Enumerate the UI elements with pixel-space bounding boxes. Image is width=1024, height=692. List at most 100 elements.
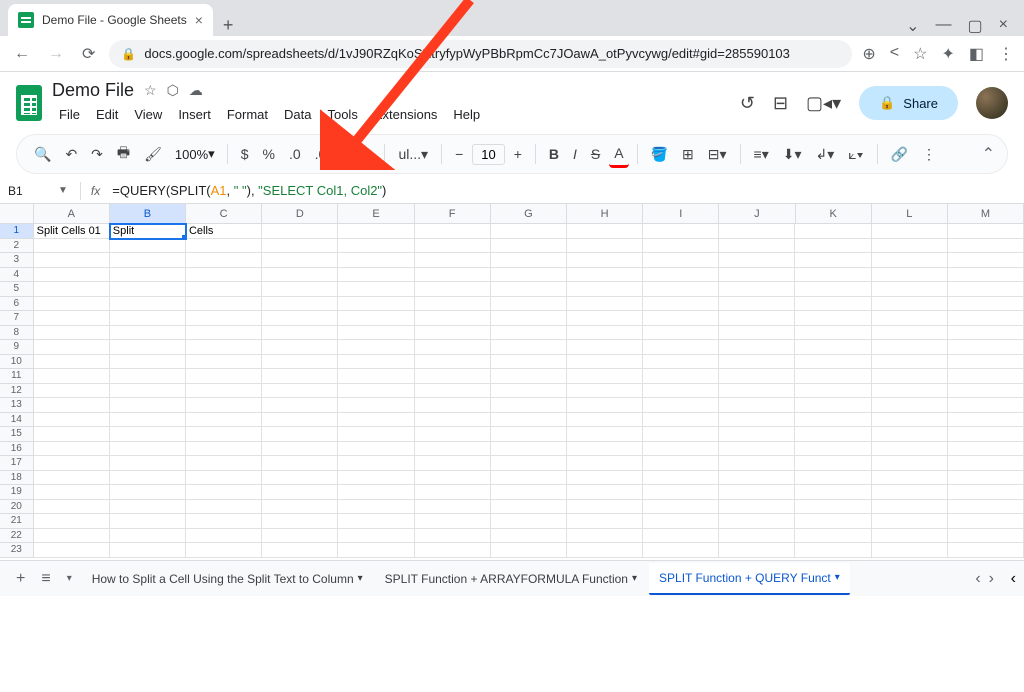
row-header-14[interactable]: 14 <box>0 413 34 428</box>
cell-F7[interactable] <box>415 311 491 326</box>
cell-L14[interactable] <box>872 413 948 428</box>
cell-G12[interactable] <box>491 384 567 399</box>
cell-G9[interactable] <box>491 340 567 355</box>
cell-A3[interactable] <box>34 253 110 268</box>
cell-K20[interactable] <box>795 500 871 515</box>
cell-I7[interactable] <box>643 311 719 326</box>
cell-M22[interactable] <box>948 529 1024 544</box>
name-box[interactable]: B1 <box>0 184 52 198</box>
cell-I16[interactable] <box>643 442 719 457</box>
cell-J10[interactable] <box>719 355 795 370</box>
cell-J9[interactable] <box>719 340 795 355</box>
zoom-page-icon[interactable]: ⊕ <box>862 44 875 64</box>
cell-L1[interactable] <box>872 224 948 239</box>
cell-L17[interactable] <box>872 456 948 471</box>
cell-J18[interactable] <box>719 471 795 486</box>
cell-F1[interactable] <box>415 224 491 239</box>
cell-M11[interactable] <box>948 369 1024 384</box>
cell-L22[interactable] <box>872 529 948 544</box>
cell-G10[interactable] <box>491 355 567 370</box>
cell-H8[interactable] <box>567 326 643 341</box>
cell-G20[interactable] <box>491 500 567 515</box>
cell-D18[interactable] <box>262 471 338 486</box>
new-tab-button[interactable]: + <box>213 15 244 36</box>
cell-E6[interactable] <box>338 297 414 312</box>
cell-A11[interactable] <box>34 369 110 384</box>
cell-G1[interactable] <box>491 224 567 239</box>
cell-L15[interactable] <box>872 427 948 442</box>
cell-B16[interactable] <box>110 442 186 457</box>
explore-icon[interactable]: ‹ <box>1011 570 1016 588</box>
cell-A22[interactable] <box>34 529 110 544</box>
cell-G14[interactable] <box>491 413 567 428</box>
row-header-1[interactable]: 1 <box>0 224 34 239</box>
cell-K2[interactable] <box>795 239 871 254</box>
cell-A1[interactable]: Split Cells 01 <box>34 224 110 239</box>
cell-G22[interactable] <box>491 529 567 544</box>
cell-F6[interactable] <box>415 297 491 312</box>
cell-H1[interactable] <box>567 224 643 239</box>
cell-F2[interactable] <box>415 239 491 254</box>
row-header-11[interactable]: 11 <box>0 369 34 384</box>
cell-L5[interactable] <box>872 282 948 297</box>
row-header-7[interactable]: 7 <box>0 311 34 326</box>
history-icon[interactable]: ↺ <box>740 93 755 114</box>
side-panel-icon[interactable]: ◧ <box>969 44 984 64</box>
cell-L8[interactable] <box>872 326 948 341</box>
cell-M9[interactable] <box>948 340 1024 355</box>
cell-D8[interactable] <box>262 326 338 341</box>
col-header-L[interactable]: L <box>872 204 948 223</box>
cell-J17[interactable] <box>719 456 795 471</box>
cell-B17[interactable] <box>110 456 186 471</box>
cell-A5[interactable] <box>34 282 110 297</box>
cell-K1[interactable] <box>795 224 871 239</box>
cell-D14[interactable] <box>262 413 338 428</box>
cell-A8[interactable] <box>34 326 110 341</box>
more-formats-button[interactable]: 123 <box>343 142 376 166</box>
cell-H2[interactable] <box>567 239 643 254</box>
cell-M12[interactable] <box>948 384 1024 399</box>
url-input[interactable]: 🔒 docs.google.com/spreadsheets/d/1vJ90RZ… <box>109 40 852 68</box>
search-menus-icon[interactable]: 🔍 <box>29 142 56 167</box>
cell-E13[interactable] <box>338 398 414 413</box>
cell-I11[interactable] <box>643 369 719 384</box>
cell-C20[interactable] <box>186 500 262 515</box>
cell-E21[interactable] <box>338 514 414 529</box>
cell-D21[interactable] <box>262 514 338 529</box>
font-size-input[interactable]: 10 <box>472 144 504 165</box>
cell-F9[interactable] <box>415 340 491 355</box>
cell-I19[interactable] <box>643 485 719 500</box>
cell-K4[interactable] <box>795 268 871 283</box>
cell-B2[interactable] <box>110 239 186 254</box>
cell-B19[interactable] <box>110 485 186 500</box>
browser-tab[interactable]: Demo File - Google Sheets × <box>8 4 213 36</box>
cell-B11[interactable] <box>110 369 186 384</box>
cell-A9[interactable] <box>34 340 110 355</box>
col-header-E[interactable]: E <box>338 204 414 223</box>
cell-D17[interactable] <box>262 456 338 471</box>
cell-B9[interactable] <box>110 340 186 355</box>
increase-decimal-button[interactable]: .00 <box>310 142 339 166</box>
cell-F16[interactable] <box>415 442 491 457</box>
cell-H4[interactable] <box>567 268 643 283</box>
cell-K9[interactable] <box>795 340 871 355</box>
cell-C4[interactable] <box>186 268 262 283</box>
cell-D15[interactable] <box>262 427 338 442</box>
cell-K17[interactable] <box>795 456 871 471</box>
formula-input[interactable]: =QUERY(SPLIT(A1, " "), "SELECT Col1, Col… <box>104 183 1024 199</box>
cell-D5[interactable] <box>262 282 338 297</box>
cell-E20[interactable] <box>338 500 414 515</box>
cell-F18[interactable] <box>415 471 491 486</box>
cell-K7[interactable] <box>795 311 871 326</box>
zoom-select[interactable]: 100% ▾ <box>171 146 219 162</box>
row-header-15[interactable]: 15 <box>0 427 34 442</box>
cell-H13[interactable] <box>567 398 643 413</box>
menu-help[interactable]: Help <box>446 103 487 126</box>
cell-J22[interactable] <box>719 529 795 544</box>
cell-B15[interactable] <box>110 427 186 442</box>
cell-A19[interactable] <box>34 485 110 500</box>
cell-B5[interactable] <box>110 282 186 297</box>
cell-L23[interactable] <box>872 543 948 558</box>
cell-C18[interactable] <box>186 471 262 486</box>
cell-A18[interactable] <box>34 471 110 486</box>
